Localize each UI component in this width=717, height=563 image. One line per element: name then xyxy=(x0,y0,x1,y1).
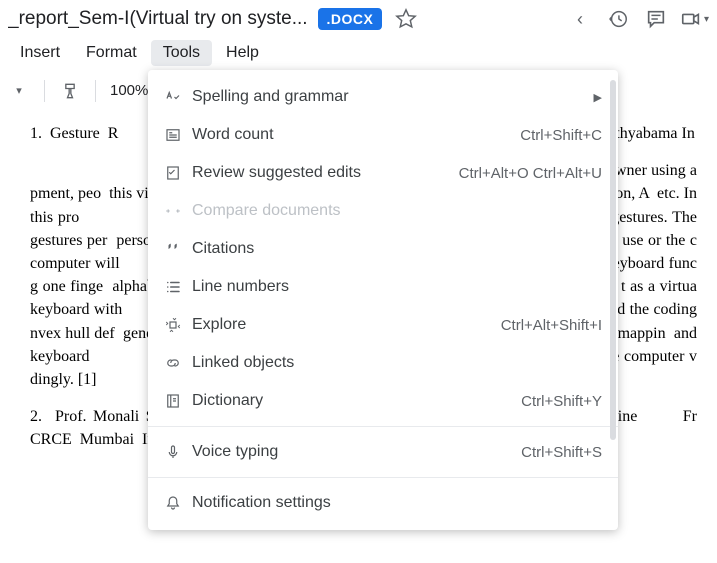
separator xyxy=(95,80,96,102)
chevron-down-icon: ▾ xyxy=(704,14,709,25)
linked-icon xyxy=(164,354,192,372)
review-icon xyxy=(164,164,192,182)
menu-insert[interactable]: Insert xyxy=(8,40,72,66)
paint-format-icon[interactable] xyxy=(59,80,81,102)
voice-icon xyxy=(164,443,192,461)
document-title[interactable]: _report_Sem-I(Virtual try on syste... xyxy=(8,8,308,30)
menubar: Insert Format Tools Help xyxy=(0,38,717,68)
zoom-value: 100% xyxy=(110,82,148,99)
dropdown-chevron-icon[interactable]: ▾ xyxy=(8,80,30,102)
comment-icon[interactable] xyxy=(642,5,670,33)
menu-dictionary[interactable]: Dictionary Ctrl+Shift+Y xyxy=(148,382,618,420)
star-icon[interactable] xyxy=(392,5,420,33)
menu-separator xyxy=(148,426,618,427)
menu-review-edits[interactable]: Review suggested edits Ctrl+Alt+O Ctrl+A… xyxy=(148,154,618,192)
spellcheck-icon xyxy=(164,88,192,106)
menu-word-count[interactable]: Word count Ctrl+Shift+C xyxy=(148,116,618,154)
explore-icon xyxy=(164,316,192,334)
tools-dropdown: Spelling and grammar ▶ Word count Ctrl+S… xyxy=(148,70,618,530)
scrollbar-thumb[interactable] xyxy=(610,80,616,440)
history-icon[interactable] xyxy=(604,5,632,33)
citations-icon xyxy=(164,240,192,258)
compare-icon xyxy=(164,202,192,220)
menu-voice-typing[interactable]: Voice typing Ctrl+Shift+S xyxy=(148,433,618,471)
menu-explore[interactable]: Explore Ctrl+Alt+Shift+I xyxy=(148,306,618,344)
menu-compare-documents: Compare documents xyxy=(148,192,618,230)
wordcount-icon xyxy=(164,126,192,144)
separator xyxy=(44,80,45,102)
chevron-left-icon[interactable]: ‹ xyxy=(566,5,594,33)
linenumbers-icon xyxy=(164,278,192,296)
menu-tools[interactable]: Tools xyxy=(151,40,212,66)
menu-line-numbers[interactable]: Line numbers xyxy=(148,268,618,306)
menu-citations[interactable]: Citations xyxy=(148,230,618,268)
titlebar: _report_Sem-I(Virtual try on syste... .D… xyxy=(0,0,717,38)
menu-separator xyxy=(148,477,618,478)
menu-help[interactable]: Help xyxy=(214,40,271,66)
video-call-button[interactable]: ▾ xyxy=(680,8,709,30)
menu-linked-objects[interactable]: Linked objects xyxy=(148,344,618,382)
menu-spelling-grammar[interactable]: Spelling and grammar ▶ xyxy=(148,78,618,116)
menu-format[interactable]: Format xyxy=(74,40,149,66)
dictionary-icon xyxy=(164,392,192,410)
menu-notification-settings[interactable]: Notification settings xyxy=(148,484,618,522)
notification-icon xyxy=(164,494,192,512)
submenu-arrow-icon: ▶ xyxy=(594,91,602,104)
docx-badge: .DOCX xyxy=(318,8,383,30)
